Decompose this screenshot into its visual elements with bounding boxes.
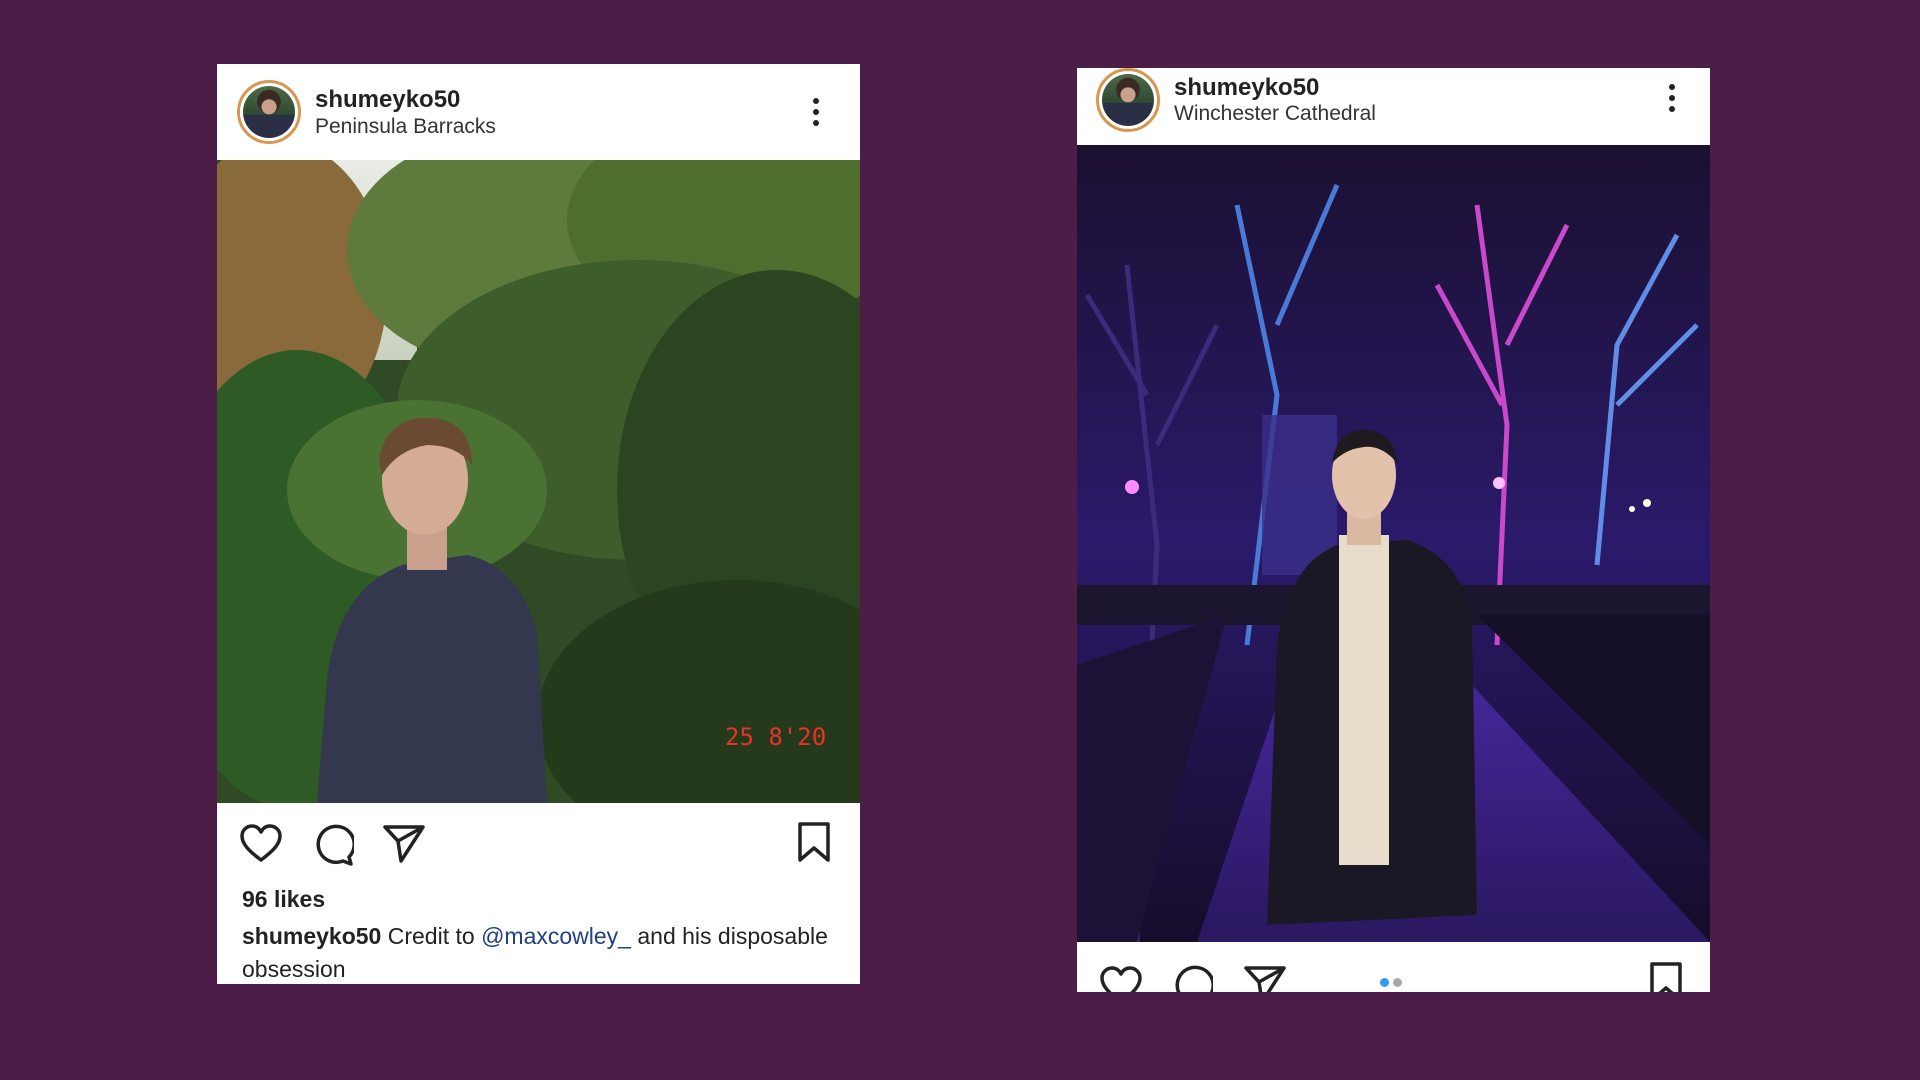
carousel-dot[interactable] bbox=[1393, 978, 1402, 987]
photo-timestamp: 25 8'20 bbox=[725, 723, 826, 751]
post-photo[interactable] bbox=[1077, 145, 1710, 942]
avatar[interactable] bbox=[1096, 68, 1160, 132]
post-caption: shumeyko50 Credit to @maxcowley_ and his… bbox=[242, 920, 832, 984]
heart-icon[interactable] bbox=[239, 824, 283, 864]
post-username[interactable]: shumeyko50 bbox=[1174, 74, 1319, 102]
post-location[interactable]: Peninsula Barracks bbox=[315, 115, 496, 139]
post-header: shumeyko50 Winchester Cathedral bbox=[1077, 68, 1710, 145]
heart-icon[interactable] bbox=[1099, 966, 1143, 992]
caption-mention[interactable]: @maxcowley_ bbox=[481, 923, 631, 949]
bookmark-icon[interactable] bbox=[1649, 962, 1683, 992]
carousel-indicator bbox=[1380, 974, 1406, 992]
caption-text: Credit to bbox=[381, 923, 482, 949]
avatar[interactable] bbox=[237, 80, 301, 144]
share-icon[interactable] bbox=[383, 824, 425, 864]
post-username[interactable]: shumeyko50 bbox=[315, 86, 460, 114]
comment-icon[interactable] bbox=[1171, 965, 1213, 992]
caption-username[interactable]: shumeyko50 bbox=[242, 923, 381, 949]
instagram-post-2: shumeyko50 Winchester Cathedral bbox=[1077, 68, 1710, 992]
more-icon[interactable] bbox=[1667, 84, 1677, 118]
instagram-post-1: shumeyko50 Peninsula Barracks 25 8'20 96… bbox=[217, 64, 860, 984]
post-location[interactable]: Winchester Cathedral bbox=[1174, 102, 1376, 126]
comment-icon[interactable] bbox=[312, 824, 354, 866]
more-icon[interactable] bbox=[811, 98, 821, 132]
bookmark-icon[interactable] bbox=[797, 822, 831, 862]
post-header: shumeyko50 Peninsula Barracks bbox=[217, 64, 860, 160]
share-icon[interactable] bbox=[1244, 965, 1286, 992]
post-photo[interactable]: 25 8'20 bbox=[217, 160, 860, 803]
carousel-dot-active[interactable] bbox=[1380, 978, 1389, 987]
likes-count[interactable]: 96 likes bbox=[242, 886, 325, 913]
